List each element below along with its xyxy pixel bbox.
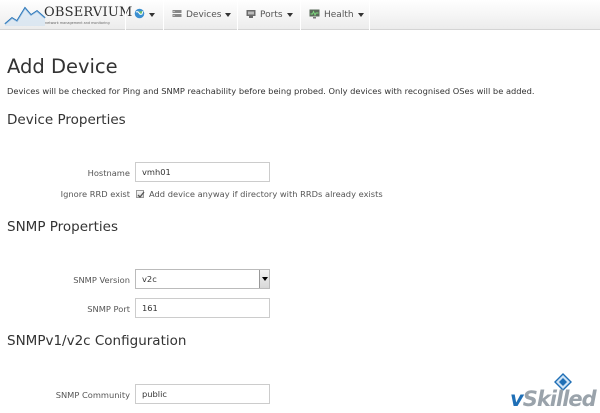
watermark-text: vSkilled	[510, 387, 597, 411]
hostname-label: Hostname	[87, 168, 130, 178]
select-arrow-button[interactable]	[259, 270, 269, 288]
snmp-version-value: v2c	[142, 274, 157, 284]
page-title: Add Device	[7, 55, 118, 78]
port-icon	[246, 9, 256, 22]
chevron-down-icon	[262, 277, 268, 281]
server-icon	[172, 9, 182, 22]
nav-globe-menu[interactable]	[134, 0, 155, 30]
chevron-down-icon	[286, 13, 293, 17]
ignore-rrd-checkbox[interactable]	[136, 190, 145, 198]
nav-devices-label: Devices	[186, 10, 222, 20]
nav-divider	[125, 0, 126, 30]
monitor-icon	[309, 9, 320, 22]
brand-logo[interactable]: OBSERVIUM network management and monitor…	[4, 2, 132, 28]
snmp-port-input[interactable]	[135, 298, 270, 318]
nav-devices-menu[interactable]: Devices	[172, 0, 232, 30]
vskilled-watermark: vSkilled	[497, 373, 600, 413]
snmp-community-label: SNMP Community	[55, 390, 130, 400]
section-title-snmp-v1v2c: SNMPv1/v2c Configuration	[7, 333, 187, 349]
hostname-input[interactable]	[135, 162, 270, 182]
snmp-version-select[interactable]: v2c	[135, 269, 270, 289]
nav-health-label: Health	[324, 10, 354, 20]
nav-health-menu[interactable]: Health	[309, 0, 364, 30]
snmp-version-label: SNMP Version	[73, 275, 130, 285]
brand-tagline: network management and monitoring	[45, 21, 110, 25]
nav-divider	[163, 0, 164, 30]
nav-divider	[369, 0, 370, 30]
chevron-down-icon	[357, 13, 364, 17]
ignore-rrd-label: Ignore RRD exist	[60, 189, 130, 199]
top-navbar: OBSERVIUM network management and monitor…	[0, 0, 600, 30]
checkmark-icon	[137, 191, 145, 198]
page-description: Devices will be checked for Ping and SNM…	[7, 86, 535, 96]
snmp-community-input[interactable]	[135, 384, 270, 404]
globe-icon	[134, 8, 145, 22]
section-title-snmp-properties: SNMP Properties	[7, 219, 118, 235]
observium-logo-icon	[4, 6, 46, 26]
section-title-device-properties: Device Properties	[7, 112, 126, 128]
snmp-port-label: SNMP Port	[87, 304, 130, 314]
nav-divider	[237, 0, 238, 30]
nav-ports-label: Ports	[260, 10, 283, 20]
chevron-down-icon	[225, 13, 232, 17]
chevron-down-icon	[149, 13, 155, 17]
nav-ports-menu[interactable]: Ports	[246, 0, 293, 30]
nav-divider	[300, 0, 301, 30]
brand-name: OBSERVIUM	[44, 5, 133, 20]
ignore-rrd-description: Add device anyway if directory with RRDs…	[149, 189, 383, 199]
